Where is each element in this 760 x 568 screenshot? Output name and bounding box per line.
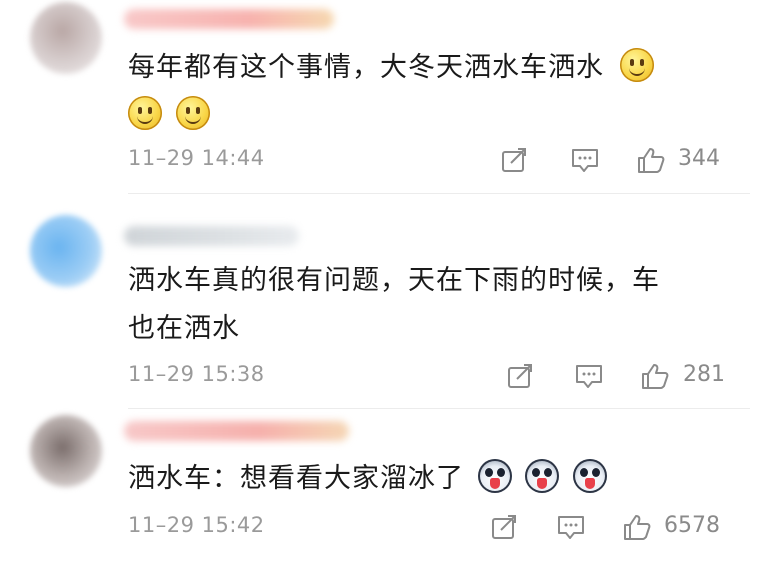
repost-icon[interactable] bbox=[490, 513, 520, 541]
timestamp: 11–29 15:42 bbox=[128, 513, 265, 537]
timestamp: 11–29 15:38 bbox=[128, 362, 265, 386]
avatar[interactable] bbox=[30, 415, 102, 487]
avatar[interactable] bbox=[30, 2, 102, 74]
comment-text: 每年都有这个事情，大冬天洒水车洒水 bbox=[128, 44, 728, 140]
husky-icon bbox=[525, 459, 560, 493]
like-icon[interactable] bbox=[622, 513, 652, 541]
comment-text-line: 也在洒水 bbox=[128, 313, 240, 344]
comment-text: 洒水车：想看看大家溜冰了 bbox=[128, 455, 728, 503]
repost-icon[interactable] bbox=[500, 146, 530, 174]
smile-icon bbox=[128, 96, 162, 130]
comment-meta: 11–29 15:42 6578 bbox=[128, 513, 728, 543]
repost-icon[interactable] bbox=[506, 362, 536, 390]
like-icon[interactable] bbox=[636, 146, 666, 174]
comment-icon[interactable] bbox=[556, 513, 586, 541]
like-count: 344 bbox=[678, 146, 720, 171]
comment-meta: 11–29 15:38 281 bbox=[128, 362, 728, 392]
comment-meta: 11–29 14:44 344 bbox=[128, 146, 728, 176]
divider bbox=[128, 193, 750, 194]
like-icon[interactable] bbox=[640, 362, 670, 390]
username-blurred[interactable] bbox=[124, 421, 349, 441]
like-count: 6578 bbox=[664, 513, 720, 538]
smile-icon bbox=[175, 96, 210, 130]
timestamp: 11–29 14:44 bbox=[128, 146, 265, 170]
divider bbox=[128, 408, 750, 409]
username-blurred[interactable] bbox=[124, 226, 299, 246]
husky-icon bbox=[572, 459, 607, 493]
avatar[interactable] bbox=[30, 215, 102, 287]
comment-text-content: 洒水车：想看看大家溜冰了 bbox=[128, 463, 464, 494]
comment-icon[interactable] bbox=[574, 362, 604, 390]
husky-icon bbox=[477, 459, 512, 493]
comment-icon[interactable] bbox=[570, 146, 600, 174]
like-count: 281 bbox=[683, 362, 725, 387]
smile-icon bbox=[619, 48, 654, 82]
comment-text-line: 洒水车真的很有问题，天在下雨的时候，车 bbox=[128, 265, 660, 296]
comment-text-content: 每年都有这个事情，大冬天洒水车洒水 bbox=[128, 52, 604, 83]
comment-text: 洒水车真的很有问题，天在下雨的时候，车 也在洒水 bbox=[128, 257, 728, 353]
username-blurred[interactable] bbox=[124, 9, 334, 29]
